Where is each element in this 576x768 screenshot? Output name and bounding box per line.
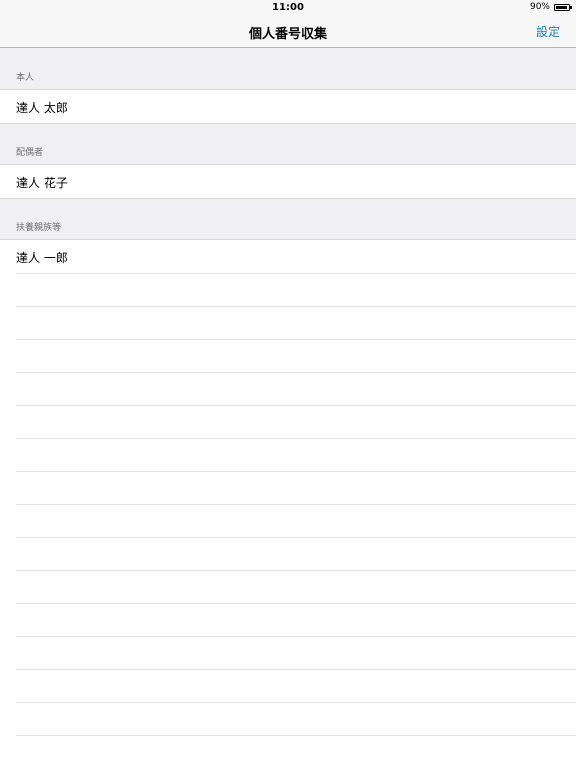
empty-row-separator <box>16 339 576 372</box>
empty-rows <box>0 273 576 768</box>
list-item-self[interactable]: 達人 太郎 <box>0 90 576 124</box>
empty-row-separator <box>16 735 576 768</box>
section-header-spouse: 配偶者 <box>0 124 576 165</box>
list-item-label: 達人 一郎 <box>16 251 68 265</box>
empty-row-separator <box>16 273 576 306</box>
empty-row-separator <box>16 438 576 471</box>
empty-row-separator <box>16 702 576 735</box>
section-header-dependents: 扶養親族等 <box>0 199 576 240</box>
navigation-bar: 個人番号収集 設定 <box>0 16 576 48</box>
empty-row-separator <box>16 504 576 537</box>
empty-row-separator <box>16 471 576 504</box>
section-header-self: 本人 <box>0 48 576 90</box>
status-bar: 11:00 90% <box>0 0 576 16</box>
empty-row-separator <box>16 603 576 636</box>
battery-tip <box>570 5 572 9</box>
table-view: 本人 達人 太郎 配偶者 達人 花子 扶養親族等 達人 一郎 <box>0 48 576 768</box>
empty-row-separator <box>16 372 576 405</box>
empty-row-separator <box>16 636 576 669</box>
empty-row-separator <box>16 669 576 702</box>
section-header-label: 配偶者 <box>16 148 44 158</box>
empty-row-separator <box>16 570 576 603</box>
list-item-label: 達人 太郎 <box>16 101 68 115</box>
battery-icon <box>554 3 572 11</box>
empty-row-separator <box>16 306 576 339</box>
status-time: 11:00 <box>272 2 304 13</box>
list-item-spouse[interactable]: 達人 花子 <box>0 165 576 199</box>
page-title: 個人番号収集 <box>248 27 327 42</box>
list-item-label: 達人 花子 <box>16 176 68 190</box>
battery-percent: 90% <box>529 2 550 12</box>
empty-row-separator <box>16 537 576 570</box>
battery-fill <box>556 5 567 9</box>
empty-row-separator <box>16 405 576 438</box>
section-header-label: 扶養親族等 <box>16 223 62 233</box>
status-right: 90% <box>529 2 572 12</box>
settings-button[interactable]: 設定 <box>536 23 560 40</box>
list-item-dependent[interactable]: 達人 一郎 <box>0 240 576 273</box>
section-header-label: 本人 <box>16 73 35 83</box>
